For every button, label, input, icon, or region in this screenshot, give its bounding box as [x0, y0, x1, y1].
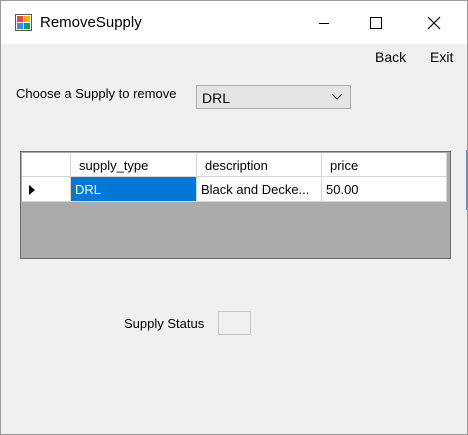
supply-status-field[interactable]	[218, 311, 251, 335]
cell-description[interactable]: Black and Decke...	[197, 177, 322, 202]
grid-corner-cell[interactable]	[22, 153, 71, 177]
exit-menu-item[interactable]: Exit	[430, 49, 453, 65]
close-button[interactable]	[411, 1, 457, 44]
close-icon	[427, 16, 441, 30]
supply-data-grid[interactable]: supply_type description price DRL Black …	[20, 151, 451, 259]
choose-supply-label: Choose a Supply to remove	[16, 86, 177, 101]
column-header-supply-type[interactable]: supply_type	[71, 153, 197, 177]
window-title: RemoveSupply	[40, 14, 142, 31]
column-header-price[interactable]: price	[322, 153, 447, 177]
maximize-icon	[370, 17, 382, 29]
column-header-description[interactable]: description	[197, 153, 322, 177]
cell-supply-type[interactable]: DRL	[71, 177, 197, 202]
cell-price[interactable]: 50.00	[322, 177, 447, 202]
title-bar[interactable]: RemoveSupply	[1, 1, 467, 44]
back-menu-item[interactable]: Back	[375, 49, 406, 65]
maximize-button[interactable]	[353, 1, 399, 44]
minimize-button[interactable]	[301, 1, 347, 44]
remove-supply-window: RemoveSupply Back Exit Choose a Supply t…	[0, 0, 468, 435]
row-header-cell[interactable]	[22, 177, 71, 202]
minimize-icon	[319, 23, 329, 24]
table-row[interactable]: DRL Black and Decke... 50.00	[22, 177, 447, 202]
app-form-icon	[15, 14, 32, 31]
menu-bar: Back Exit	[1, 44, 467, 70]
grid-header-row: supply_type description price	[22, 153, 447, 177]
chevron-down-icon	[331, 93, 343, 100]
current-row-arrow-icon	[29, 185, 35, 195]
supply-dropdown-value: DRL	[202, 90, 231, 106]
supply-status-label: Supply Status	[124, 316, 205, 331]
supply-dropdown[interactable]: DRL	[196, 85, 351, 109]
